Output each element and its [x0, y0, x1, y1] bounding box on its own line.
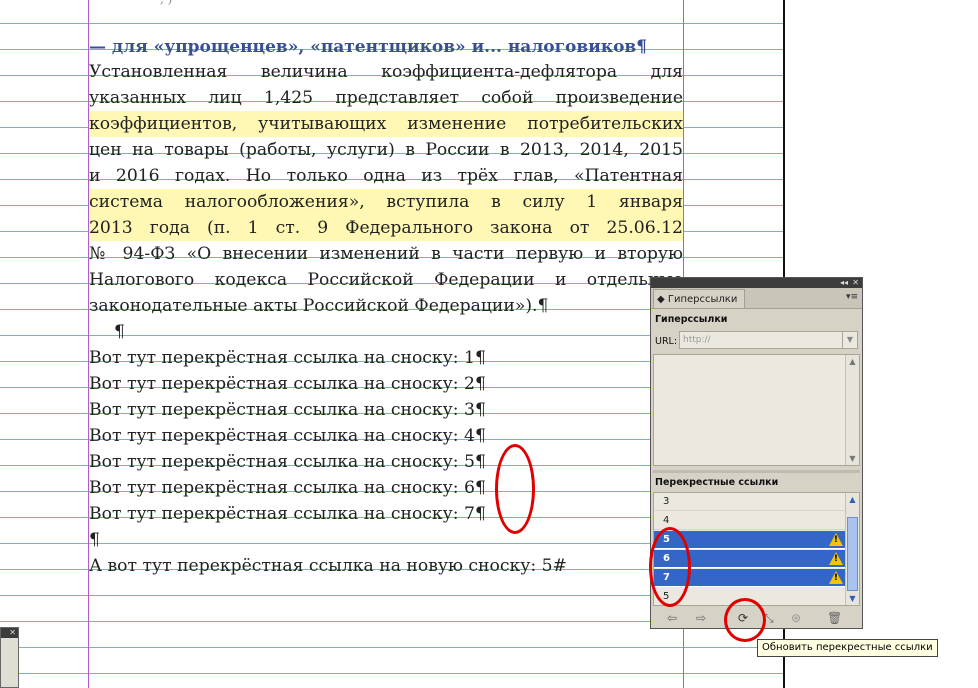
xrefs-scrollbar[interactable]: ▲ ▼	[845, 493, 859, 605]
refresh-tooltip: Обновить перекрестные ссылки	[757, 639, 938, 657]
annotation-circle-refresh	[724, 598, 766, 642]
panel-divider[interactable]	[653, 470, 860, 473]
xref-item-label: 3	[663, 496, 670, 507]
para-line-highlighted: система налогообложения», вступила в сил…	[89, 189, 683, 215]
para-line-highlighted: 2013 года (п. 1 ст. 9 Федерального закон…	[89, 215, 683, 241]
body-paragraph[interactable]: Установленная величина коэффициента-дефл…	[89, 59, 683, 319]
new-xref-line[interactable]: А вот тут перекрёстная ссылка на новую с…	[89, 553, 567, 579]
xref-line-3[interactable]: Вот тут перекрёстная ссылка на сноску: 3…	[89, 397, 486, 423]
collapsed-panel[interactable]: ✕	[0, 627, 19, 688]
xref-line-6[interactable]: Вот тут перекрёстная ссылка на сноску: 6…	[89, 475, 486, 501]
url-label: URL:	[655, 336, 678, 347]
go-to-destination-icon[interactable]: ⇨	[696, 610, 706, 626]
baseline-grid-line	[0, 23, 783, 24]
collapse-icon[interactable]: ◂◂	[840, 278, 848, 288]
xref-line-1[interactable]: Вот тут перекрёстная ссылка на сноску: 1…	[89, 345, 486, 371]
para-line: Установленная величина коэффициента-дефл…	[89, 62, 683, 82]
create-link-icon[interactable]: ⊛	[791, 610, 801, 626]
scroll-up-icon[interactable]: ▲	[846, 493, 859, 506]
xref-line-7[interactable]: Вот тут перекрёстная ссылка на сноску: 7…	[89, 501, 486, 527]
scroll-thumb[interactable]	[847, 517, 858, 591]
annotation-circle-xrefs	[495, 444, 535, 534]
empty-paragraph-mark: ¶	[114, 322, 125, 342]
hyperlinks-list[interactable]: ▲ ▼	[653, 354, 860, 466]
warning-mark: !	[833, 554, 838, 564]
section-heading[interactable]: — для «упрощенцев», «патентщиков» и... н…	[89, 34, 647, 60]
para-line: № 94-ФЗ «О внесении изменений в части пе…	[89, 244, 683, 264]
top-fragment: , )	[160, 0, 172, 12]
xref-item-label: 4	[663, 515, 670, 526]
baseline-grid-line	[0, 647, 783, 648]
hyperlinks-scrollbar[interactable]: ▲ ▼	[845, 355, 859, 465]
hyperlinks-panel: ◂◂ ✕ ◆ Гиперссылки ▾≡ Гиперссылки URL: h…	[649, 277, 863, 642]
scroll-down-icon[interactable]: ▼	[846, 592, 859, 605]
para-line: и 2016 годах. Но только одна из трёх гла…	[89, 166, 683, 186]
xref-line-2[interactable]: Вот тут перекрёстная ссылка на сноску: 2…	[89, 371, 486, 397]
scroll-down-icon[interactable]: ▼	[846, 452, 859, 465]
xref-item[interactable]: 4	[654, 512, 847, 530]
url-placeholder: http://	[683, 335, 711, 345]
para-line-highlighted: коэффициентов, учитывающих изменение пот…	[89, 111, 683, 137]
collapsed-panel-close-icon[interactable]: ✕	[1, 628, 18, 638]
scroll-up-icon[interactable]: ▲	[846, 355, 859, 368]
baseline-grid-line	[0, 673, 783, 674]
delete-icon[interactable]: 🗑	[827, 610, 842, 626]
annotation-circle-panel-rows	[649, 527, 691, 607]
panel-tabrow: ◆ Гиперссылки ▾≡	[651, 288, 862, 309]
warning-mark: !	[833, 535, 838, 545]
empty-paragraph-mark-2: ¶	[89, 530, 100, 550]
hyperlinks-section-title: Гиперссылки	[655, 314, 728, 325]
close-icon[interactable]: ✕	[852, 278, 859, 288]
para-line: указанных лиц 1,425 представляет собой п…	[89, 88, 683, 108]
chevron-down-icon[interactable]: ▼	[842, 332, 857, 348]
go-to-source-icon[interactable]: ⇦	[667, 610, 677, 626]
warning-mark: !	[833, 573, 838, 583]
xref-line-5[interactable]: Вот тут перекрёстная ссылка на сноску: 5…	[89, 449, 486, 475]
para-line: Налогового кодекса Российской Федерации …	[89, 270, 683, 290]
panel-titlebar[interactable]: ◂◂ ✕	[651, 278, 862, 288]
panel-menu-icon[interactable]: ▾≡	[846, 292, 858, 302]
xrefs-section-title: Перекрестные ссылки	[655, 477, 779, 488]
xref-line-4[interactable]: Вот тут перекрёстная ссылка на сноску: 4…	[89, 423, 486, 449]
tab-hyperlinks[interactable]: ◆ Гиперссылки	[653, 289, 745, 308]
para-line: законодательные акты Российской Федераци…	[89, 296, 549, 316]
para-line: цен на товары (работы, услуги) в России …	[89, 140, 683, 160]
xref-item[interactable]: 3	[654, 493, 847, 511]
url-input[interactable]: http:// ▼	[679, 331, 858, 349]
